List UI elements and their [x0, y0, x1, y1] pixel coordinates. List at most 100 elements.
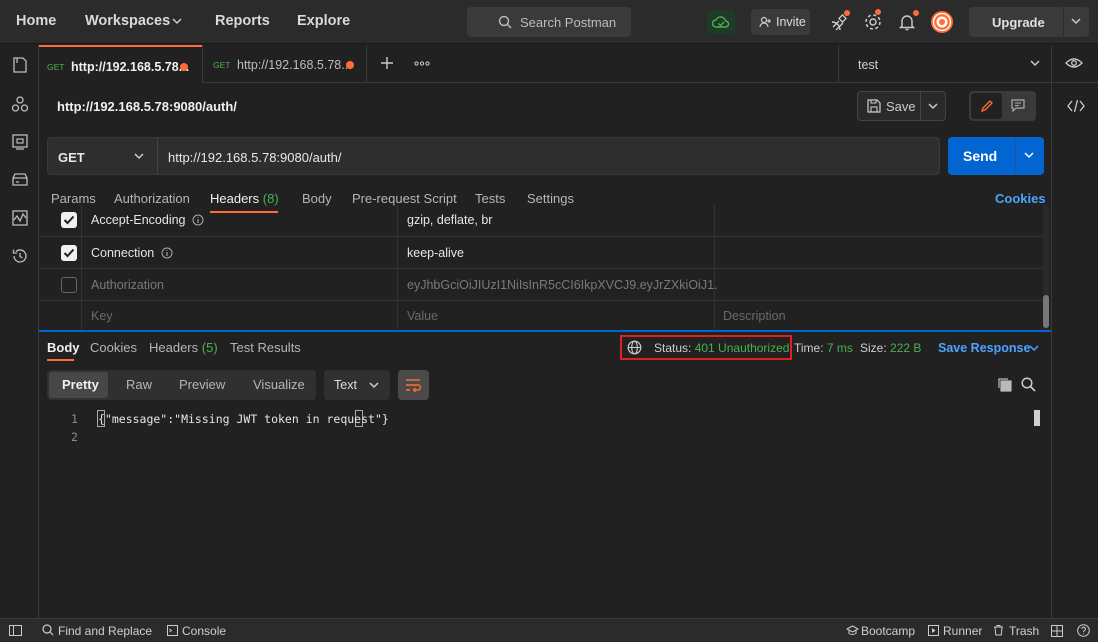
format-visualize[interactable]: Visualize: [253, 377, 305, 392]
active-tab-indicator: [47, 359, 74, 361]
tab-authorization[interactable]: Authorization: [114, 191, 190, 206]
nav-workspaces[interactable]: Workspaces: [85, 13, 170, 29]
checkbox[interactable]: [61, 277, 77, 293]
nav-home[interactable]: Home: [16, 13, 56, 29]
description-placeholder[interactable]: Description: [723, 309, 786, 323]
request-title[interactable]: http://192.168.5.78:9080/auth/: [57, 99, 237, 114]
save-button[interactable]: Save: [857, 91, 946, 121]
tab-settings[interactable]: Settings: [527, 191, 574, 206]
request-tab-active[interactable]: GET http://192.168.5.78...: [39, 45, 202, 83]
apis-icon[interactable]: [11, 95, 29, 113]
chevron-down-icon[interactable]: [1024, 152, 1034, 160]
mock-servers-icon[interactable]: [11, 171, 29, 189]
response-tab-cookies[interactable]: Cookies: [90, 340, 137, 355]
runner-button[interactable]: Runner: [943, 624, 982, 638]
tab-headers-label: Headers: [210, 191, 260, 206]
gear-icon: [865, 14, 881, 30]
code-line[interactable]: {"message":"Missing JWT token in request…: [98, 412, 389, 426]
header-value[interactable]: gzip, deflate, br: [407, 213, 492, 227]
request-tab[interactable]: GET http://192.168.5.78...: [202, 45, 367, 83]
satellite-button[interactable]: [829, 10, 851, 33]
info-icon[interactable]: [161, 247, 173, 259]
response-size[interactable]: Size: 222 B: [860, 341, 921, 355]
header-key[interactable]: Authorization: [91, 278, 164, 292]
notifications-button[interactable]: [896, 10, 919, 33]
upgrade-button[interactable]: Upgrade: [969, 7, 1089, 37]
bootcamp-button[interactable]: Bootcamp: [861, 624, 915, 638]
invite-button[interactable]: Invite: [751, 9, 810, 35]
globe-icon[interactable]: [627, 340, 642, 355]
response-time[interactable]: Time: 7 ms: [794, 341, 853, 355]
save-response-button[interactable]: Save Response: [938, 341, 1030, 355]
info-icon[interactable]: [192, 214, 204, 226]
pane-divider[interactable]: [39, 330, 1051, 332]
response-tab-body[interactable]: Body: [47, 340, 80, 355]
method-select[interactable]: GET: [47, 137, 158, 175]
checkbox[interactable]: [61, 212, 77, 228]
response-tab-headers[interactable]: Headers (5): [149, 340, 218, 355]
environment-select[interactable]: test: [839, 45, 1051, 83]
header-value[interactable]: eyJhbGciOiJIUzI1NiIsInR5cCI6IkpXVCJ9.eyJ…: [407, 278, 717, 292]
sync-status-button[interactable]: [707, 10, 735, 34]
save-response-label: Save Response: [938, 341, 1031, 355]
send-button[interactable]: Send: [948, 137, 1044, 175]
checkbox[interactable]: [61, 245, 77, 261]
code-icon[interactable]: [1067, 99, 1085, 113]
search-input[interactable]: Search Postman: [467, 7, 631, 37]
nav-reports[interactable]: Reports: [215, 13, 270, 29]
tab-pre-request-script[interactable]: Pre-request Script: [352, 191, 457, 206]
avatar[interactable]: [931, 11, 953, 33]
header-key[interactable]: Connection: [91, 246, 154, 260]
edit-mode-button[interactable]: [971, 93, 1002, 119]
help-icon[interactable]: [1077, 624, 1090, 637]
trash-icon: [994, 625, 1003, 636]
settings-button[interactable]: [862, 9, 884, 33]
sidebar-toggle-icon[interactable]: [9, 625, 22, 636]
more-icon[interactable]: [414, 61, 430, 66]
tab-tests[interactable]: Tests: [475, 191, 505, 206]
response-tab-test-results[interactable]: Test Results: [230, 340, 301, 355]
environments-icon[interactable]: [11, 133, 29, 151]
status-bar: Find and Replace Console Bootcamp Runner…: [0, 618, 1098, 642]
copy-icon[interactable]: [997, 377, 1012, 392]
send-label: Send: [963, 148, 998, 164]
scrollbar-thumb[interactable]: [1043, 295, 1049, 328]
key-placeholder[interactable]: Key: [91, 309, 113, 323]
tab-method: GET: [47, 62, 65, 72]
nav-explore[interactable]: Explore: [297, 13, 350, 29]
chevron-down-icon[interactable]: [1029, 345, 1039, 353]
collections-icon[interactable]: [11, 56, 29, 74]
column-divider: [397, 205, 398, 330]
wrap-lines-button[interactable]: [398, 370, 429, 400]
value-placeholder[interactable]: Value: [407, 309, 438, 323]
scrollbar-thumb[interactable]: [1034, 410, 1040, 426]
header-value[interactable]: keep-alive: [407, 246, 464, 260]
trash-button[interactable]: Trash: [1009, 624, 1039, 638]
layout-icon[interactable]: [1051, 625, 1063, 637]
cookies-link[interactable]: Cookies: [995, 191, 1046, 206]
search-icon[interactable]: [1021, 377, 1036, 392]
tab-params[interactable]: Params: [51, 191, 96, 206]
format-preview[interactable]: Preview: [179, 377, 225, 392]
column-divider: [714, 205, 715, 330]
tab-headers[interactable]: Headers (8): [210, 191, 279, 206]
format-raw[interactable]: Raw: [126, 377, 152, 392]
find-icon: [42, 624, 54, 636]
status-text[interactable]: Status: 401 Unauthorized: [654, 341, 789, 355]
table-row: Connection keep-alive: [40, 237, 1043, 269]
unsaved-dot: [180, 63, 188, 71]
bootcamp-icon: [846, 625, 859, 635]
find-replace-button[interactable]: Find and Replace: [58, 624, 152, 638]
eye-icon[interactable]: [1065, 57, 1083, 69]
console-button[interactable]: Console: [182, 624, 226, 638]
history-icon[interactable]: [11, 247, 29, 265]
comment-icon[interactable]: [1011, 99, 1025, 112]
header-key[interactable]: Accept-Encoding: [91, 213, 186, 227]
checkmark-icon: [63, 215, 75, 225]
monitors-icon[interactable]: [11, 209, 29, 227]
plus-icon[interactable]: [380, 56, 394, 70]
language-select[interactable]: Text: [324, 370, 390, 400]
url-input[interactable]: http://192.168.5.78:9080/auth/: [157, 137, 940, 175]
tab-body[interactable]: Body: [302, 191, 332, 206]
chevron-down-icon[interactable]: [928, 103, 938, 111]
